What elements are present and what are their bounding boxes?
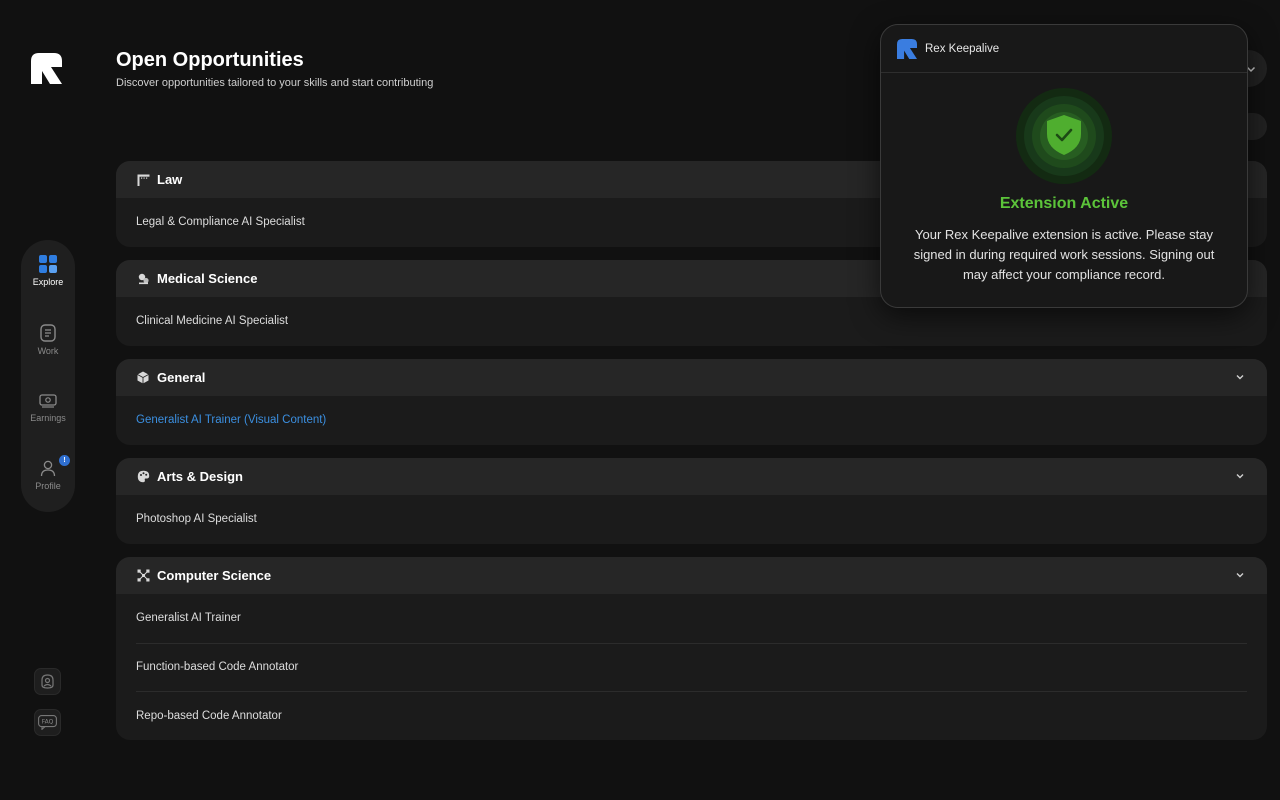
category-card-general: General Generalist AI Trainer (Visual Co…	[116, 359, 1267, 445]
category-name: General	[157, 370, 206, 385]
sidebar-item-explore[interactable]: Explore	[21, 255, 75, 311]
notification-badge: !	[59, 455, 70, 466]
faq-button[interactable]: FAQ	[34, 709, 61, 736]
microscope-icon	[136, 272, 150, 286]
network-icon	[136, 569, 150, 583]
extension-logo-icon	[897, 38, 917, 59]
grid-icon	[39, 255, 57, 273]
list-item[interactable]: Repo-based Code Annotator	[136, 691, 1247, 740]
status-message: Your Rex Keepalive extension is active. …	[913, 227, 1215, 282]
palette-icon	[136, 470, 150, 484]
category-card-computer-science: Computer Science Generalist AI Trainer F…	[116, 557, 1267, 740]
user-icon	[40, 460, 56, 477]
chevron-down-icon[interactable]	[1235, 372, 1245, 382]
chevron-down-icon[interactable]	[1235, 471, 1245, 481]
sidebar-item-profile[interactable]: ! Profile	[21, 455, 75, 515]
page-title: Open Opportunities	[116, 49, 304, 71]
category-header[interactable]: Computer Science	[116, 557, 1267, 594]
support-agent-icon	[41, 674, 54, 689]
gavel-icon	[136, 173, 150, 187]
faq-icon-text: FAQ	[42, 719, 54, 726]
category-name: Medical Science	[157, 271, 258, 286]
brand-logo[interactable]	[31, 53, 62, 84]
popup-header: Rex Keepalive	[881, 25, 1247, 73]
document-icon	[40, 324, 56, 342]
sidebar-item-label: Profile	[35, 481, 61, 491]
page-subtitle: Discover opportunities tailored to your …	[116, 77, 434, 89]
cash-icon	[39, 394, 57, 408]
category-name: Arts & Design	[157, 469, 243, 484]
list-item[interactable]: Generalist AI Trainer (Visual Content)	[116, 396, 1267, 445]
extension-name: Rex Keepalive	[925, 42, 1000, 55]
category-header[interactable]: Arts & Design	[116, 458, 1267, 495]
extension-popup: Rex Keepalive Extension Active Your Rex …	[880, 24, 1248, 308]
faq-icon: FAQ	[38, 715, 57, 730]
sidebar-item-label: Earnings	[30, 413, 66, 423]
sidebar-item-label: Work	[37, 346, 59, 356]
chevron-down-icon[interactable]	[1235, 570, 1245, 580]
category-card-arts-design: Arts & Design Photoshop AI Specialist	[116, 458, 1267, 544]
sidebar-nav: Explore Work Earnings ! Profile	[21, 240, 75, 512]
list-item[interactable]: Function-based Code Annotator	[136, 642, 1247, 692]
sidebar-item-work[interactable]: Work	[21, 324, 75, 380]
category-header[interactable]: General	[116, 359, 1267, 396]
list-item[interactable]: Photoshop AI Specialist	[116, 495, 1267, 544]
cube-icon	[136, 371, 150, 385]
status-title: Extension Active	[999, 195, 1129, 212]
category-name: Law	[157, 172, 183, 187]
category-name: Computer Science	[157, 568, 272, 583]
sidebar-item-earnings[interactable]: Earnings	[21, 393, 75, 449]
list-item[interactable]: Generalist AI Trainer	[116, 594, 1267, 643]
sidebar-item-label: Explore	[32, 277, 64, 287]
shield-check-icon	[1047, 115, 1081, 155]
support-button[interactable]	[34, 668, 61, 695]
